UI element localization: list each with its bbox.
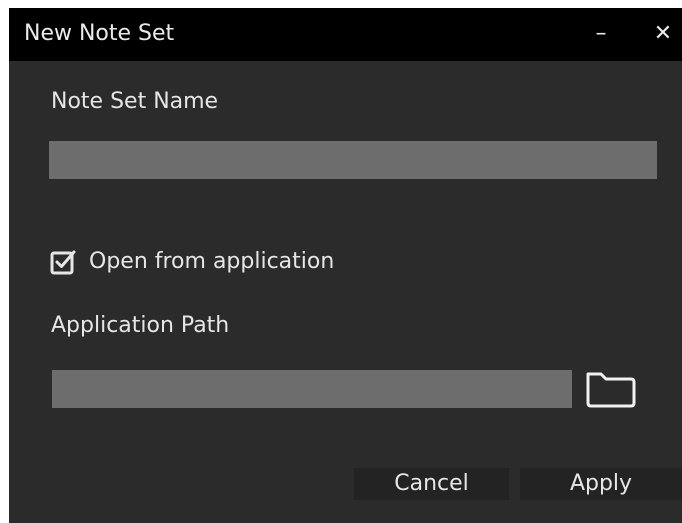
close-button[interactable]: ✕ <box>647 18 679 50</box>
checkbox-checked-icon[interactable] <box>49 248 77 276</box>
open-from-application-checkbox[interactable]: Open from application <box>49 245 334 279</box>
cancel-button[interactable]: Cancel <box>354 468 509 500</box>
note-set-name-input[interactable] <box>49 141 657 179</box>
folder-icon[interactable] <box>583 365 639 413</box>
note-set-name-label: Note Set Name <box>51 89 219 114</box>
minimize-button[interactable]: – <box>583 18 619 50</box>
dialog-title: New Note Set <box>24 21 175 46</box>
application-path-input[interactable] <box>52 370 572 408</box>
apply-button[interactable]: Apply <box>520 468 682 500</box>
open-from-application-label: Open from application <box>89 249 335 274</box>
title-bar[interactable]: New Note Set – ✕ <box>9 8 682 61</box>
new-note-set-dialog: New Note Set – ✕ Note Set Name Open from… <box>9 8 682 523</box>
browse-folder-button[interactable] <box>583 365 639 413</box>
application-path-label: Application Path <box>51 313 230 338</box>
